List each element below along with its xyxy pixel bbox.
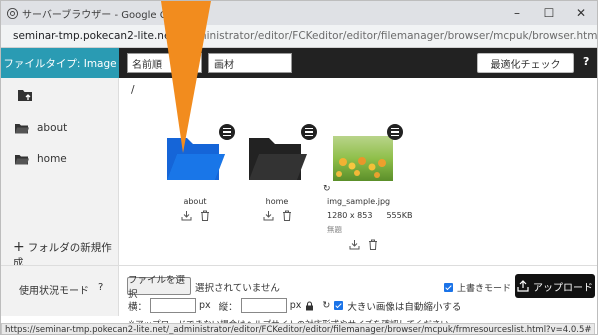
title-bar: サーバーブラウザー - Google Chrome – ☐ ✕ (1, 1, 597, 25)
item-menu-icon[interactable] (219, 124, 235, 140)
arrow-pointer-icon (161, 1, 211, 153)
url-text[interactable]: seminar-tmp.pokecan2-lite.net/_administr… (13, 30, 597, 42)
trash-icon[interactable] (368, 239, 378, 250)
usage-help-icon[interactable]: ? (98, 282, 103, 293)
plus-icon: + (13, 239, 25, 255)
refresh-icon[interactable]: ↻ (322, 300, 330, 311)
folder-name: about (183, 197, 207, 206)
upload-button[interactable]: アップロード (515, 274, 595, 298)
item-actions (155, 210, 235, 221)
url-path: /_administrator/editor/FCKeditor/editor/… (174, 30, 597, 42)
width-input[interactable] (150, 298, 197, 313)
download-icon[interactable] (181, 210, 192, 221)
toolbar: ファイルタイプ: Image 名前順 ▲▼ 画材 最適化チェック ? (1, 48, 597, 78)
folder-icon (15, 123, 29, 133)
folder-up-icon[interactable] (17, 88, 33, 102)
help-icon[interactable]: ? (583, 55, 589, 68)
sidebar-item-label: home (37, 153, 67, 165)
overwrite-label: 上書きモード (457, 284, 512, 294)
resize-row: 横： px 縦： px ↻ 大きい画像は自動縮小する (128, 298, 461, 313)
upload-label: アップロード (533, 282, 593, 294)
close-icon[interactable]: ✕ (565, 1, 597, 25)
trash-icon[interactable] (282, 210, 292, 221)
height-unit: px (289, 300, 302, 311)
status-bar: https://seminar-tmp.pokecan2-lite.net/_a… (1, 323, 596, 334)
chrome-icon (7, 7, 18, 19)
image-meta: 1280 x 853 555KB (327, 211, 412, 220)
folder-icon (15, 154, 29, 164)
item-menu-icon[interactable] (301, 124, 317, 140)
upload-icon (517, 280, 529, 292)
sidebar-item-home[interactable]: home (15, 151, 67, 167)
optimize-check-button[interactable]: 最適化チェック (477, 53, 574, 73)
item-menu-icon[interactable] (387, 124, 403, 140)
sidebar-item-label: about (37, 122, 68, 134)
image-description: 無題 (327, 225, 342, 234)
no-file-text: 選択されていません (195, 283, 280, 294)
filetype-label: ファイルタイプ: Image (1, 48, 119, 78)
height-label: 縦： (218, 301, 238, 313)
image-dimensions: 1280 x 853 (327, 211, 373, 220)
lock-icon[interactable] (305, 300, 314, 311)
sidebar: about home + フォルダの新規作成 (1, 78, 119, 269)
image-name: img_sample.jpg (327, 197, 391, 206)
image-thumbnail (333, 136, 393, 181)
resize-label: 大きい画像は自動縮小する (347, 301, 462, 313)
height-input[interactable] (240, 298, 287, 313)
folder-name: home (265, 197, 289, 206)
item-actions (323, 239, 403, 250)
download-icon[interactable] (349, 239, 360, 250)
browser-window: サーバーブラウザー - Google Chrome – ☐ ✕ seminar-… (0, 0, 598, 335)
usage-mode-label: 使用状況モード (19, 286, 89, 297)
checkbox-checked-icon[interactable] (334, 301, 344, 310)
sidebar-item-about[interactable]: about (15, 120, 67, 136)
width-label: 横： (128, 301, 148, 313)
choose-file-button[interactable]: ファイルを選択 (127, 275, 191, 300)
address-bar[interactable]: seminar-tmp.pokecan2-lite.net/_administr… (1, 25, 597, 48)
usage-mode[interactable]: 使用状況モード ? (1, 266, 119, 316)
breadcrumb: / (131, 84, 135, 96)
width-unit: px (199, 300, 211, 311)
window-controls: – ☐ ✕ (501, 1, 597, 25)
item-actions (237, 210, 317, 221)
maximize-icon[interactable]: ☐ (533, 1, 565, 25)
download-icon[interactable] (263, 210, 274, 221)
trash-icon[interactable] (200, 210, 210, 221)
rotate-icon[interactable]: ↻ (323, 184, 331, 194)
minimize-icon[interactable]: – (501, 1, 533, 25)
overwrite-checkbox[interactable]: 上書きモード (444, 281, 511, 294)
checkbox-checked-icon (444, 283, 453, 292)
image-size: 555KB (386, 211, 413, 220)
folder-icon (249, 138, 307, 180)
